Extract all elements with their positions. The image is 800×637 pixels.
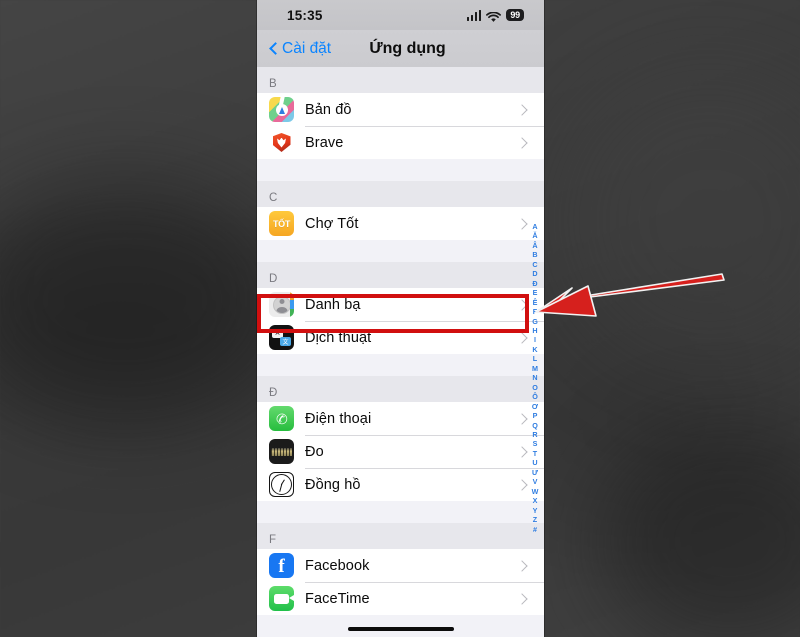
screenshot-root: 15:35 99 Cài đặt Ứng dụng B Bản đồ Brave… [0,0,800,637]
chevron-right-icon [516,136,530,150]
section-header-d-stroke: Đ [257,376,544,402]
index-letter[interactable]: W [532,487,539,496]
chevron-right-icon [516,103,530,117]
translate-app-icon: A文 [269,325,294,350]
section-group-c: TỐT Chợ Tốt [257,207,544,240]
section-gap [257,159,544,181]
list-item-dien-thoai[interactable]: ✆ Điện thoại [257,402,544,435]
navigation-bar: Cài đặt Ứng dụng [257,30,544,67]
chotot-icon-label: TỐT [272,218,291,229]
index-letter[interactable]: S [533,439,538,448]
index-letter[interactable]: R [532,430,537,439]
index-letter[interactable]: Z [533,515,537,524]
list-item-label: Chợ Tốt [305,215,359,232]
index-letter[interactable]: Â [532,241,537,250]
section-header-d: D [257,262,544,288]
battery-indicator: 99 [506,9,524,21]
maps-app-icon [269,97,294,122]
index-letter[interactable]: Đ [532,279,537,288]
list-item-dong-ho[interactable]: Đồng hồ [257,468,544,501]
section-header-f: F [257,523,544,549]
section-gap [257,501,544,523]
index-letter[interactable]: P [533,411,538,420]
chevron-right-icon [516,592,530,606]
list-item-facebook[interactable]: f Facebook [257,549,544,582]
section-gap [257,354,544,376]
list-item-danh-ba[interactable]: Danh bạ [257,288,544,321]
facebook-app-icon: f [269,553,294,578]
index-letter[interactable]: A [532,222,537,231]
list-item-label: Brave [305,134,344,151]
list-item-label: Điện thoại [305,410,372,427]
section-group-f: f Facebook FaceTime [257,549,544,615]
index-letter[interactable]: L [533,354,537,363]
index-letter[interactable]: Q [532,421,538,430]
chevron-left-icon [269,41,278,56]
cellular-signal-icon [466,9,482,21]
status-bar-clock: 15:35 [287,7,323,23]
section-group-d-stroke: ✆ Điện thoại Đo Đồng hồ [257,402,544,501]
app-list[interactable]: B Bản đồ Brave C TỐT Chợ Tốt D Danh bạ A… [257,67,544,637]
measure-app-icon [269,439,294,464]
list-item-label: Đo [305,443,324,460]
index-letter[interactable]: Ư [532,468,538,477]
status-bar-indicators: 99 [466,9,524,22]
back-button[interactable]: Cài đặt [269,40,331,58]
section-header-b: B [257,67,544,93]
list-item-brave[interactable]: Brave [257,126,544,159]
wifi-icon [486,10,502,22]
list-item-ban-do[interactable]: Bản đồ [257,93,544,126]
list-item-facetime[interactable]: FaceTime [257,582,544,615]
list-item-cho-tot[interactable]: TỐT Chợ Tốt [257,207,544,240]
index-letter[interactable]: X [533,496,538,505]
list-item-label: Dịch thuật [305,329,372,346]
index-letter[interactable]: F [533,307,537,316]
index-letter[interactable]: C [532,260,537,269]
clock-app-icon [269,472,294,497]
facetime-app-icon [269,586,294,611]
index-letter[interactable]: G [532,317,538,326]
chevron-right-icon [516,559,530,573]
index-letter[interactable]: N [532,373,537,382]
chotot-app-icon: TỐT [269,211,294,236]
phone-app-icon: ✆ [269,406,294,431]
index-letter[interactable]: # [533,525,537,534]
index-letter[interactable]: K [532,345,537,354]
index-letter[interactable]: B [532,250,537,259]
section-header-c: C [257,181,544,207]
index-letter[interactable]: U [532,458,537,467]
back-button-label: Cài đặt [282,39,332,57]
alphabet-index-bar[interactable]: A Ă Â B C D Đ E Ê F G H I K L M N O Ô Ơ P Q R S T U Ư V W X Y Z # [528,222,542,534]
index-letter[interactable]: H [532,326,537,335]
home-indicator [347,626,454,631]
index-letter[interactable]: Ă [532,231,537,240]
status-bar: 15:35 99 [257,0,544,30]
index-letter[interactable]: D [532,269,537,278]
index-letter[interactable]: V [533,477,538,486]
section-group-d: Danh bạ A文 Dịch thuật [257,288,544,354]
index-letter[interactable]: T [533,449,537,458]
index-letter[interactable]: M [532,364,538,373]
list-item-label: Đồng hồ [305,476,361,493]
list-item-do[interactable]: Đo [257,435,544,468]
index-letter[interactable]: E [533,288,538,297]
section-group-b: Bản đồ Brave [257,93,544,159]
section-gap [257,240,544,262]
index-letter[interactable]: O [532,383,538,392]
list-item-label: Danh bạ [305,296,361,313]
index-letter[interactable]: I [534,335,536,344]
index-letter[interactable]: Ê [533,298,538,307]
list-item-label: FaceTime [305,590,370,607]
index-letter[interactable]: Ô [532,392,538,401]
contacts-app-icon [269,292,294,317]
index-letter[interactable]: Y [533,506,538,515]
list-item-label: Facebook [305,557,370,574]
list-item-label: Bản đồ [305,101,352,118]
index-letter[interactable]: Ơ [532,402,538,411]
brave-app-icon [269,130,294,155]
phone-screen: 15:35 99 Cài đặt Ứng dụng B Bản đồ Brave… [257,0,544,637]
list-item-dich-thuat[interactable]: A文 Dịch thuật [257,321,544,354]
